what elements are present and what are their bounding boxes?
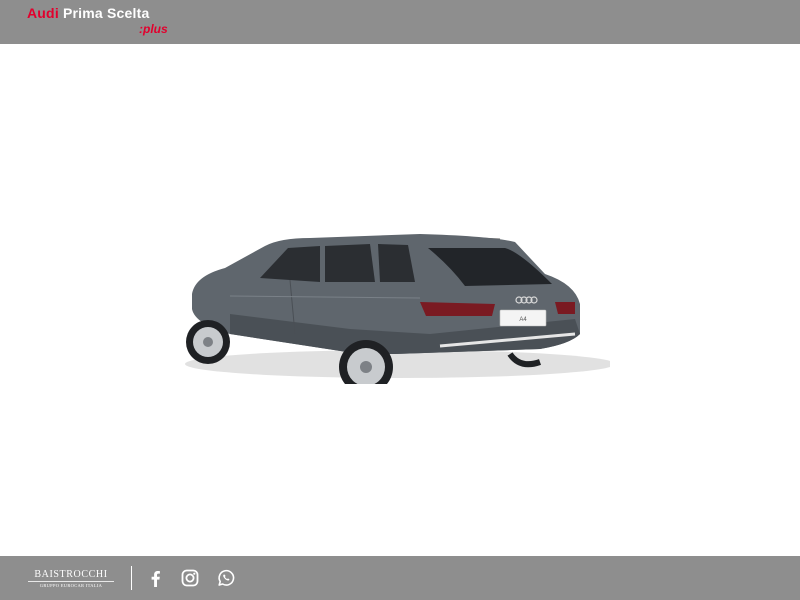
car-badge: A4 — [519, 317, 527, 323]
instagram-link[interactable] — [180, 568, 200, 588]
car-image: A4 — [185, 234, 610, 384]
bottom-bar: BAISTROCCHI GRUPPO EUROCAR ITALIA — [0, 556, 800, 600]
logo-text: Prima Scelta — [63, 5, 150, 21]
dealer-subtitle: GRUPPO EUROCAR ITALIA — [39, 583, 103, 588]
footer-divider — [131, 566, 132, 590]
main-content: A4 — [0, 44, 800, 556]
logo-brand: Audi — [27, 5, 59, 21]
dealer-logo[interactable]: BAISTROCCHI GRUPPO EUROCAR ITALIA — [26, 569, 116, 589]
dealer-logo-rule — [28, 581, 114, 582]
facebook-link[interactable] — [145, 568, 165, 588]
facebook-icon — [151, 570, 160, 587]
logo-title: Audi Prima Scelta — [27, 5, 149, 21]
top-bar: Audi Prima Scelta :plus — [0, 0, 800, 44]
dealer-name: BAISTROCCHI — [34, 569, 108, 580]
audi-prima-scelta-logo[interactable]: Audi Prima Scelta :plus — [27, 5, 168, 36]
instagram-icon — [181, 569, 199, 587]
whatsapp-icon — [218, 569, 235, 586]
whatsapp-link[interactable] — [216, 568, 236, 588]
logo-suffix: :plus — [139, 22, 168, 36]
